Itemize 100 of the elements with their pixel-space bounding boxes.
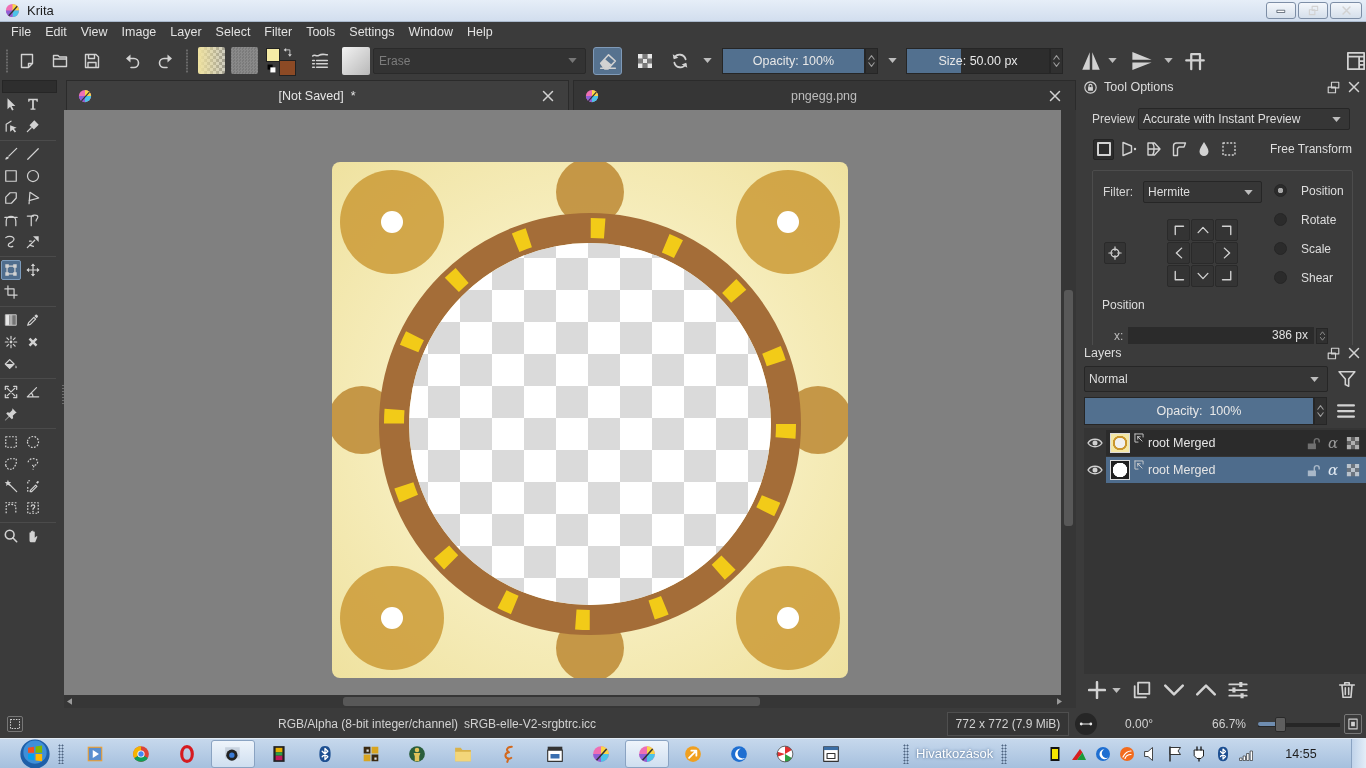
taskbar-grip[interactable] (903, 743, 909, 764)
close-window-button[interactable] (1330, 2, 1362, 19)
document-tab[interactable]: pngegg.png (573, 80, 1076, 110)
foreground-color-swatch[interactable] (266, 47, 280, 62)
document-icon[interactable] (19, 52, 35, 69)
restore-button[interactable] (1298, 2, 1328, 19)
mirror-vertical-icon[interactable] (1131, 49, 1153, 72)
reload-icon[interactable] (671, 51, 689, 70)
radio-label[interactable]: Position (1301, 183, 1344, 198)
fit-view-button[interactable] (1344, 714, 1362, 734)
spin-button[interactable] (865, 47, 878, 74)
eye-icon[interactable] (1087, 437, 1103, 449)
anchor-point-button[interactable] (1167, 219, 1190, 241)
float-window-icon[interactable] (1327, 80, 1340, 94)
taskbar-grip[interactable] (1001, 743, 1008, 764)
windows-orb-icon[interactable] (20, 738, 50, 768)
float-window-icon[interactable] (1327, 346, 1340, 360)
brush-preset-thumbnail[interactable] (342, 46, 370, 75)
menu-item[interactable]: Window (401, 22, 460, 43)
filter-dropdown[interactable]: Hermite (1143, 181, 1262, 203)
menu-item[interactable]: Filter (257, 22, 300, 43)
anchor-point-button[interactable] (1215, 219, 1238, 241)
anchor-point-button[interactable] (1215, 242, 1238, 264)
layer-row[interactable]: root Merged α (1106, 430, 1366, 456)
close-icon[interactable] (542, 89, 554, 102)
layer-row[interactable]: root Merged α (1106, 457, 1366, 483)
canvas-area[interactable] (64, 110, 1061, 695)
inherit-alpha-button[interactable]: α (1326, 434, 1340, 452)
spin-button[interactable] (1050, 47, 1063, 74)
scrollbar-thumb[interactable] (343, 697, 760, 706)
inherit-alpha-button[interactable]: α (1326, 461, 1340, 479)
anchor-point-button[interactable] (1191, 265, 1214, 287)
menu-item[interactable]: Image (114, 22, 164, 43)
arrow-right-icon[interactable] (1057, 698, 1062, 705)
menu-item[interactable]: File (4, 22, 39, 43)
funnel-icon[interactable] (1338, 370, 1356, 388)
horizontal-scrollbar[interactable] (64, 695, 1076, 708)
eraser-mode-button[interactable] (593, 46, 622, 75)
anchor-button[interactable] (1104, 242, 1126, 264)
sliders-icon[interactable] (1228, 680, 1248, 700)
x-position-field[interactable]: 386 px (1128, 327, 1314, 344)
transform-mode-button[interactable] (1093, 138, 1114, 160)
toolbar-grip[interactable] (185, 48, 189, 73)
menu-item[interactable]: View (73, 22, 115, 43)
trash-icon[interactable] (1338, 681, 1356, 699)
menu-item[interactable]: Settings (342, 22, 402, 43)
crescent-icon[interactable] (1095, 745, 1112, 762)
document-tab[interactable]: [Not Saved] * (66, 80, 569, 110)
plus-icon[interactable] (1088, 681, 1106, 699)
pattern-preset-swatch[interactable] (231, 47, 258, 74)
radio-label[interactable]: Shear (1301, 270, 1334, 285)
eye-icon[interactable] (1087, 464, 1103, 476)
anchor-point-button[interactable] (1215, 265, 1238, 287)
menu-item[interactable]: Tools (299, 22, 343, 43)
slider-thumb[interactable] (1274, 716, 1286, 732)
brush-list-icon[interactable] (311, 51, 329, 70)
anchor-point-button[interactable] (1167, 242, 1190, 264)
close-icon[interactable] (1348, 81, 1360, 93)
minimize-button[interactable] (1266, 2, 1296, 19)
menu-icon[interactable] (1337, 402, 1355, 420)
caret-down-icon[interactable] (888, 58, 897, 63)
redo-icon[interactable] (157, 52, 173, 69)
default-colors-icon[interactable] (267, 63, 276, 73)
menu-item[interactable]: Layer (163, 22, 209, 43)
padlock-icon[interactable] (1307, 463, 1320, 477)
undo-icon[interactable] (125, 52, 141, 69)
anchor-point-button[interactable] (1167, 265, 1190, 287)
caret-down-icon[interactable] (1108, 58, 1117, 63)
radio-label[interactable]: Scale (1301, 241, 1332, 256)
clock[interactable]: 14:55 (1285, 746, 1317, 761)
checkerboard-icon[interactable] (1346, 436, 1360, 450)
opacity-slider[interactable]: Opacity: 100% (722, 47, 865, 74)
disc-swirl-icon[interactable] (1119, 745, 1136, 762)
lock-icon[interactable] (1084, 80, 1097, 94)
caret-down-icon[interactable] (703, 58, 712, 63)
close-icon[interactable] (1049, 89, 1061, 102)
preview-dropdown[interactable]: Accurate with Instant Preview (1138, 108, 1350, 130)
spin-button[interactable] (1314, 397, 1327, 425)
menu-item[interactable]: Help (459, 22, 500, 43)
anchor-point-button[interactable] (1191, 219, 1214, 241)
menu-item[interactable]: Edit (38, 22, 74, 43)
spin-button[interactable] (1316, 327, 1328, 344)
wrap-around-icon[interactable] (1185, 50, 1205, 71)
swap-arrows-icon[interactable] (283, 47, 293, 58)
duplicate-icon[interactable] (1133, 681, 1151, 699)
close-icon[interactable] (1348, 347, 1360, 359)
gradient-preset-swatch[interactable] (198, 47, 225, 74)
tool-button[interactable] (1, 282, 21, 302)
background-color-swatch[interactable] (279, 59, 296, 76)
flag-icon[interactable] (1167, 745, 1184, 762)
taskbar-button[interactable] (211, 739, 255, 768)
radio-label[interactable]: Rotate (1301, 212, 1337, 227)
panel-layout-icon[interactable] (1346, 50, 1366, 71)
blend-mode-dropdown[interactable]: Normal (1084, 366, 1328, 392)
scrollbar-thumb[interactable] (1064, 290, 1073, 526)
layer-opacity-slider[interactable]: Opacity: 100% (1084, 397, 1314, 425)
splitter-handle[interactable] (62, 384, 64, 404)
selection-mode-button[interactable] (7, 716, 23, 732)
rotation-button[interactable] (1074, 713, 1097, 735)
caret-down-icon[interactable] (1164, 58, 1173, 63)
